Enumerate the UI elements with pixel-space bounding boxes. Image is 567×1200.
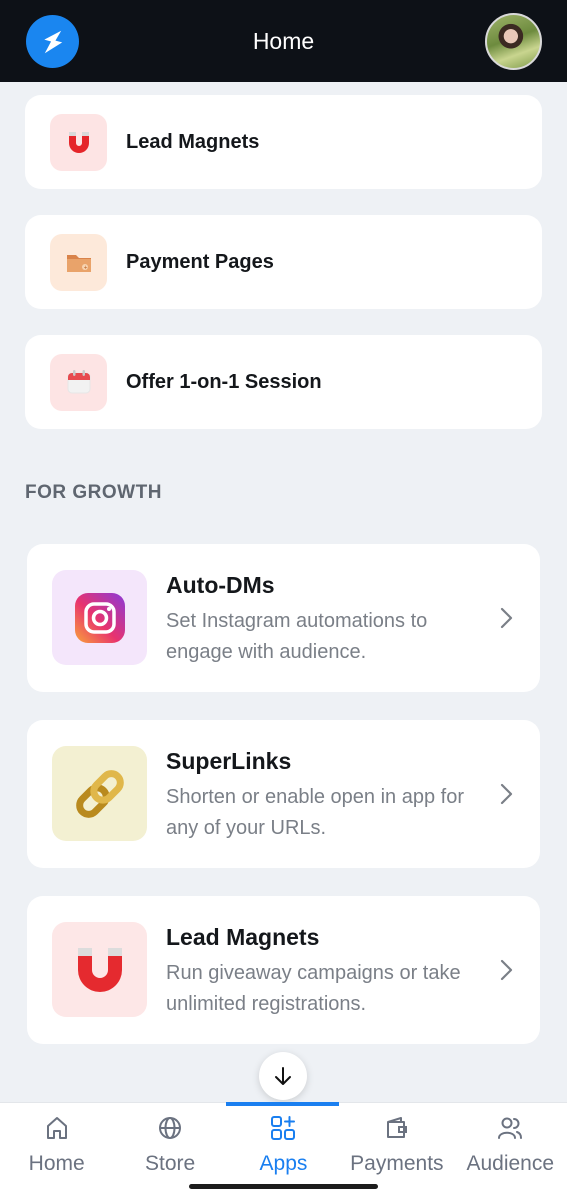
nav-item-home[interactable]: Home (0, 1103, 113, 1200)
nav-label: Apps (259, 1152, 308, 1175)
svg-text:+: + (83, 265, 87, 271)
globe-icon (159, 1117, 182, 1139)
feature-card-lead-magnets[interactable]: Lead Magnets Run giveaway campaigns or t… (27, 896, 540, 1044)
feature-description: Set Instagram automations to engage with… (166, 610, 428, 663)
app-logo-icon[interactable] (26, 15, 79, 68)
nav-label: Payments (350, 1152, 444, 1175)
scroll-down-button[interactable] (259, 1052, 307, 1100)
feature-title: Auto-DMs (166, 572, 275, 598)
card-label: Payment Pages (126, 250, 274, 273)
folder-payment-icon: + (50, 233, 107, 291)
top-app-bar: Home (0, 0, 567, 82)
feature-description: Shorten or enable open in app for any of… (166, 786, 464, 839)
feature-description: Run giveaway campaigns or take unlimited… (166, 962, 461, 1015)
feature-card-superlinks[interactable]: SuperLinks Shorten or enable open in app… (27, 720, 540, 868)
magnet-icon (50, 113, 107, 171)
wallet-icon (386, 1117, 407, 1138)
instagram-icon (52, 570, 147, 665)
feature-title: Lead Magnets (166, 924, 320, 950)
avatar[interactable] (485, 13, 542, 70)
chevron-right-icon (500, 607, 513, 629)
calendar-icon (50, 353, 107, 411)
nav-label: Home (28, 1152, 85, 1175)
home-indicator (189, 1184, 378, 1189)
apps-grid-icon (271, 1116, 296, 1140)
magnet-icon (52, 922, 147, 1017)
card-offer-session[interactable]: Offer 1-on-1 Session (25, 335, 542, 429)
home-icon (46, 1117, 67, 1139)
arrow-down-icon (275, 1067, 291, 1085)
nav-item-audience[interactable]: Audience (454, 1103, 567, 1200)
nav-label: Store (144, 1152, 196, 1175)
card-lead-magnets[interactable]: Lead Magnets (25, 95, 542, 189)
feature-card-auto-dms[interactable]: Auto-DMs Set Instagram automations to en… (27, 544, 540, 692)
chevron-right-icon (500, 783, 513, 805)
card-label: Offer 1-on-1 Session (126, 370, 322, 393)
page-title: Home (252, 27, 315, 54)
feature-title: SuperLinks (166, 748, 292, 774)
card-payment-pages[interactable]: + Payment Pages (25, 215, 542, 309)
section-title: FOR GROWTH (25, 482, 162, 503)
card-label: Lead Magnets (126, 130, 260, 153)
chevron-right-icon (500, 959, 513, 981)
chain-link-icon (52, 746, 147, 841)
nav-label: Audience (466, 1152, 555, 1175)
users-icon (498, 1117, 523, 1139)
